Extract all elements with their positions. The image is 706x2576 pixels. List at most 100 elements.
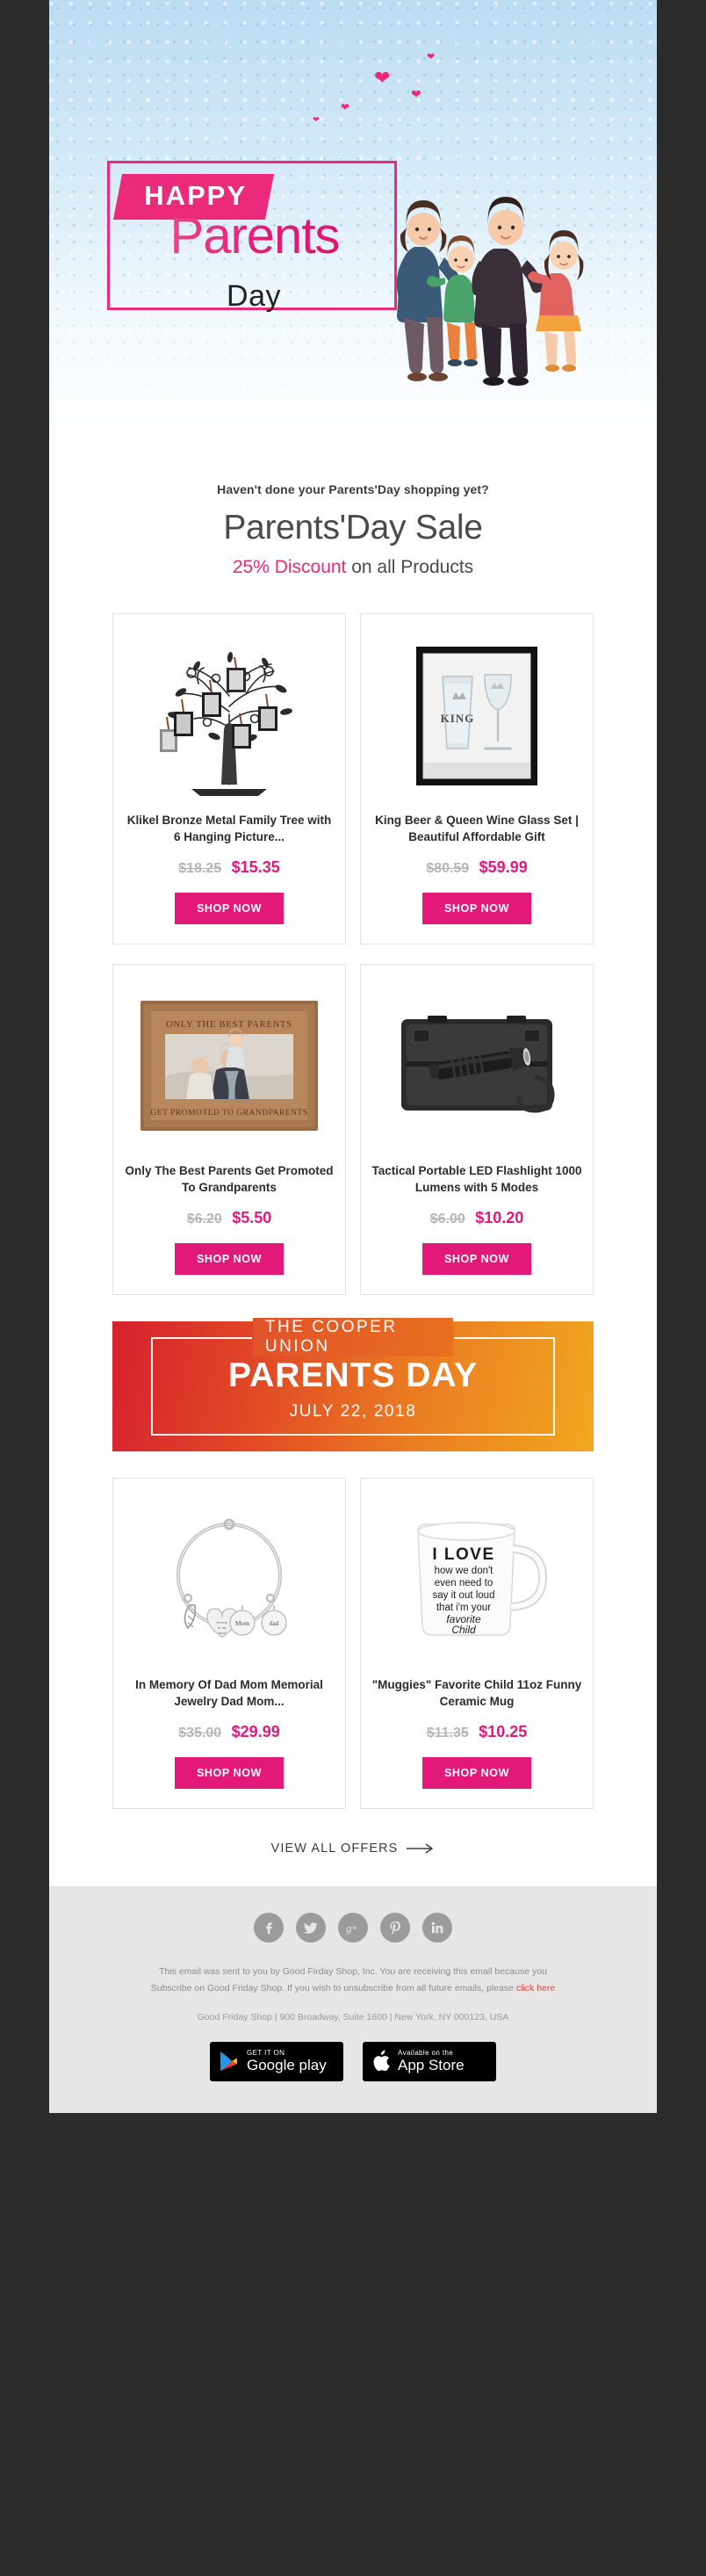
svg-text:KING: KING [441,712,475,725]
product-image: KING [371,626,582,802]
frame-bottom-engraving: GET PROMOTED TO GRANDPARENTS [150,1109,307,1118]
product-card[interactable]: Tactical Portable LED Flashlight 1000 Lu… [360,964,594,1295]
svg-text:g: g [346,1921,352,1935]
heart-icon: ❤ [374,67,391,89]
product-card[interactable]: KING King Beer & Queen Wine Glass Set | … [360,613,594,944]
led-flashlight-case-icon [400,1016,555,1113]
cooper-union-banner-wrap: THE COOPER UNION PARENTS DAY JULY 22, 20… [49,1295,657,1451]
hero-banner: ❤ ❤ ❤ ❤ ❤ HAPPY Parents Day [49,0,657,444]
linkedin-icon[interactable] [422,1913,452,1943]
product-card[interactable]: forever in my heart Mom dad In Memory Of… [112,1478,346,1809]
svg-text:Mom: Mom [234,1619,249,1627]
shop-now-button[interactable]: SHOP NOW [421,893,532,924]
shop-now-button[interactable]: SHOP NOW [421,1243,532,1275]
shop-now-button[interactable]: SHOP NOW [421,1757,532,1789]
product-title: Klikel Bronze Metal Family Tree with 6 H… [126,814,332,843]
product-image: I LOVE how we don't even need to say it … [371,1491,582,1667]
king-queen-glass-set-icon: KING [416,647,537,785]
wooden-picture-frame-icon: ONLY THE BEST PARENTS GET PROMOTED TO GR… [140,1000,318,1131]
company-address: Good Friday Shop | 900 Broadway, Suite 1… [197,2011,509,2022]
svg-text:dad: dad [269,1619,278,1627]
unsubscribe-link[interactable]: click here [516,1983,555,1994]
product-prices: $35.00 $29.99 [124,1723,335,1741]
mug-line-3: even need to [434,1578,493,1588]
heart-icon: ❤ [313,115,320,124]
banner-date: JULY 22, 2018 [289,1402,417,1421]
product-title: In Memory Of Dad Mom Memorial Jewelry Da… [135,1678,323,1708]
discount-suffix: on all Products [346,557,474,577]
product-prices: $11.35 $10.25 [371,1723,582,1741]
shop-now-button[interactable]: SHOP NOW [174,1757,285,1789]
family-tree-photo-frame-icon [159,652,292,796]
app-store-label: App Store [398,2056,465,2073]
product-old-price: $18.25 [178,861,222,876]
product-prices: $6.00 $10.20 [371,1209,582,1227]
twitter-icon[interactable] [296,1913,326,1943]
product-prices: $18.25 $15.35 [124,858,335,877]
hero-day-row: Day [107,279,400,314]
product-row-3: forever in my heart Mom dad In Memory Of… [49,1451,657,1809]
email-body: ❤ ❤ ❤ ❤ ❤ HAPPY Parents Day Haven't done… [49,0,657,2113]
app-store-badges: GET IT ON Google play Available on the A… [84,2041,622,2081]
heart-icon: ❤ [341,101,350,113]
family-illustration [396,197,584,386]
banner-frame: THE COOPER UNION PARENTS DAY JULY 22, 20… [150,1318,556,1436]
product-card[interactable]: Klikel Bronze Metal Family Tree with 6 H… [112,613,346,944]
product-title: Only The Best Parents Get Promoted To Gr… [125,1164,334,1194]
hero-parents-label: Parents [114,211,395,262]
product-row-1: Klikel Bronze Metal Family Tree with 6 H… [49,594,657,944]
svg-text:heart: heart [218,1631,227,1635]
arrow-right-icon [407,1843,434,1854]
mug-line-4: say it out loud [432,1590,494,1601]
product-old-price: $6.20 [186,1212,222,1226]
shop-now-button[interactable]: SHOP NOW [174,1243,285,1275]
product-new-price: $15.35 [231,858,280,876]
banner-kicker-wrap: THE COOPER UNION [252,1318,454,1357]
product-old-price: $80.59 [426,861,470,876]
pinterest-icon[interactable] [380,1913,410,1943]
app-store-badge[interactable]: Available on the App Store [363,2041,496,2081]
sale-subtitle: 25% Discount on all Products [49,557,657,578]
legal-text: This email was sent to you by Good Firda… [84,1964,622,1998]
product-new-price: $59.99 [479,858,528,876]
google-play-icon [220,2051,237,2072]
sale-header: Haven't done your Parents'Day shopping y… [49,444,657,594]
view-all-offers-label: VIEW ALL OFFERS [270,1842,399,1856]
product-prices: $6.20 $5.50 [124,1209,335,1227]
facebook-icon[interactable] [254,1913,284,1943]
product-new-price: $10.25 [479,1723,528,1740]
sale-kicker: Haven't done your Parents'Day shopping y… [217,482,489,496]
view-all-offers-section: VIEW ALL OFFERS [49,1809,657,1886]
shop-now-button[interactable]: SHOP NOW [174,893,285,924]
hero-day-label: Day [227,279,281,313]
product-old-price: $6.00 [429,1212,465,1226]
email-page: ❤ ❤ ❤ ❤ ❤ HAPPY Parents Day Haven't done… [0,0,706,2576]
mug-line-1: I LOVE [432,1545,494,1564]
product-prices: $80.59 $59.99 [371,858,582,877]
product-new-price: $10.20 [475,1209,524,1226]
view-all-offers-link[interactable]: VIEW ALL OFFERS [271,1842,436,1856]
apple-icon [373,2050,390,2072]
google-play-badge[interactable]: GET IT ON Google play [210,2041,343,2081]
discount-value: 25% Discount [232,557,347,577]
product-old-price: $11.35 [426,1726,469,1740]
banner-kicker: THE COOPER UNION [252,1318,454,1357]
product-title: "Muggies" Favorite Child 11oz Funny Cera… [371,1678,582,1708]
product-new-price: $29.99 [231,1723,280,1740]
product-new-price: $5.50 [232,1209,272,1226]
legal-line-2: Subscribe on Good Friday Shop. If you wi… [84,1980,622,1997]
product-card[interactable]: I LOVE how we don't even need to say it … [360,1478,594,1809]
social-links: g + [84,1913,622,1943]
product-image [124,626,335,802]
product-image: ONLY THE BEST PARENTS GET PROMOTED TO GR… [124,977,335,1153]
banner-title: PARENTS DAY [227,1357,479,1394]
product-row-2: ONLY THE BEST PARENTS GET PROMOTED TO GR… [49,944,657,1295]
product-old-price: $35.00 [178,1726,222,1740]
product-card[interactable]: ONLY THE BEST PARENTS GET PROMOTED TO GR… [112,964,346,1295]
google-plus-icon[interactable]: g + [338,1913,368,1943]
mug-line-7: Child [451,1624,476,1636]
heart-icon: ❤ [427,52,436,62]
svg-text:in my: in my [217,1625,227,1630]
mug-line-2: how we don't [434,1566,493,1576]
product-image: forever in my heart Mom dad [124,1491,335,1667]
